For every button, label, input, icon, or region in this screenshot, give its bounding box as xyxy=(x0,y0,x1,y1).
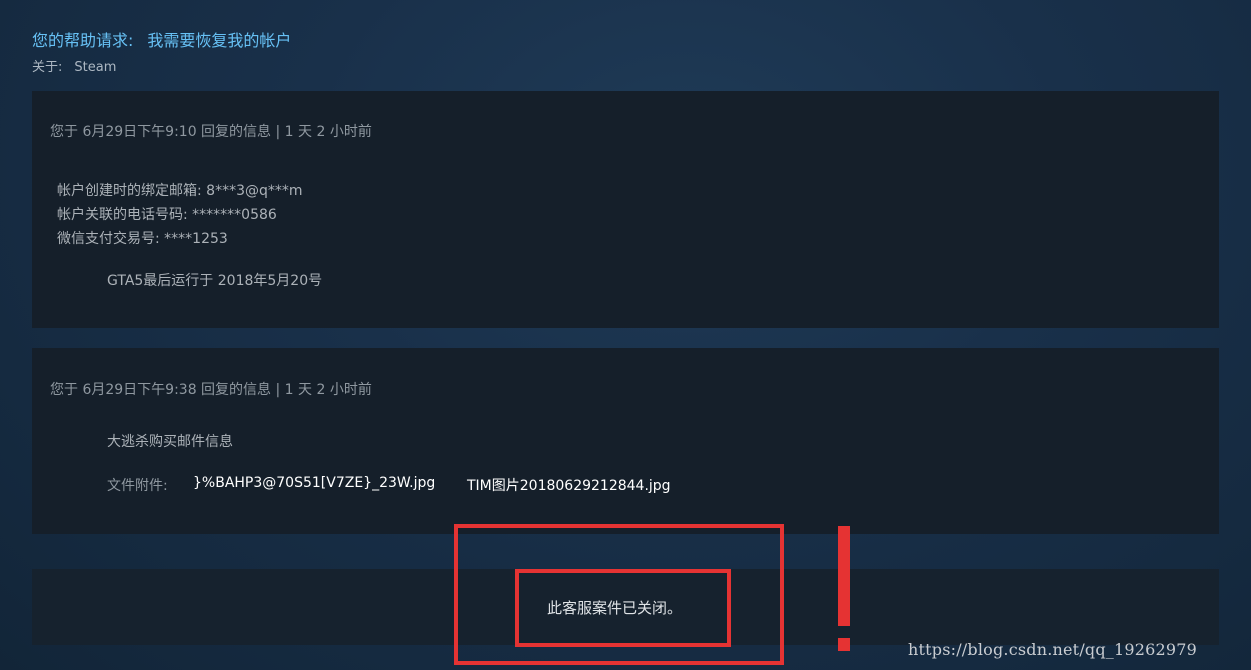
watermark: https://blog.csdn.net/qq_19262979 xyxy=(908,640,1198,659)
message-panel-1: 您于 6月29日下午9:10 回复的信息 | 1 天 2 小时前 帐户创建时的绑… xyxy=(32,91,1219,328)
about-value: Steam xyxy=(74,60,117,75)
request-header-title: 您的帮助请求: 我需要恢复我的帐户 xyxy=(32,27,291,51)
attachment-link-1[interactable]: }%BAHP3@70S51[V7ZE}_23W.jpg xyxy=(193,475,435,491)
annotation-inner-box xyxy=(515,569,731,647)
message-line-purchase: 大逃杀购买邮件信息 xyxy=(107,434,233,450)
attachments-label: 文件附件: xyxy=(107,478,168,494)
exclamation-dot xyxy=(838,638,850,651)
about-label: 关于: xyxy=(32,60,63,75)
message-line-wechat: 微信支付交易号: ****1253 xyxy=(57,231,228,247)
request-about: 关于: Steam xyxy=(32,56,116,75)
request-subject-link[interactable]: 我需要恢复我的帐户 xyxy=(147,31,291,50)
message-line-phone: 帐户关联的电话号码: *******0586 xyxy=(57,207,277,223)
request-title-prefix: 您的帮助请求: xyxy=(32,31,134,50)
message-meta: 您于 6月29日下午9:38 回复的信息 | 1 天 2 小时前 xyxy=(50,382,372,398)
exclamation-bar xyxy=(838,526,850,626)
attachment-link-2[interactable]: TIM图片20180629212844.jpg xyxy=(467,475,671,495)
message-panel-2: 您于 6月29日下午9:38 回复的信息 | 1 天 2 小时前 大逃杀购买邮件… xyxy=(32,348,1219,534)
message-meta: 您于 6月29日下午9:10 回复的信息 | 1 天 2 小时前 xyxy=(50,124,372,140)
message-line-gta5: GTA5最后运行于 2018年5月20号 xyxy=(107,273,323,289)
message-line-email: 帐户创建时的绑定邮箱: 8***3@q***m xyxy=(57,183,303,199)
